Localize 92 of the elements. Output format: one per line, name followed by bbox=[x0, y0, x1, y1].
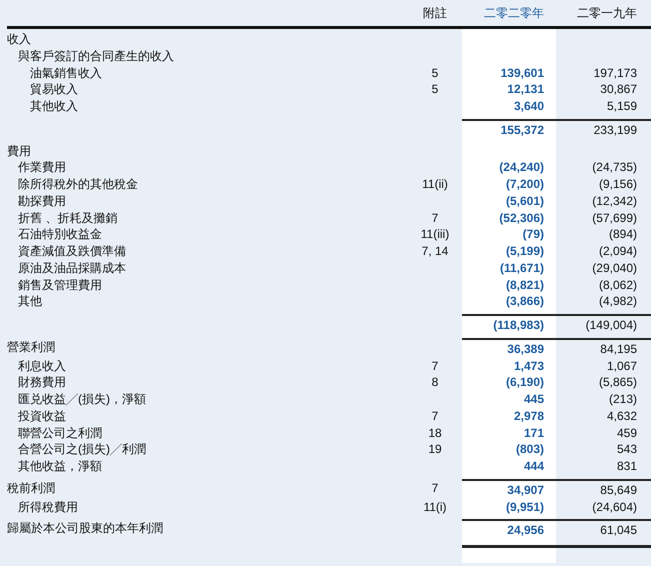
amount-cell-text: 139,601 bbox=[500, 64, 545, 82]
note-cell-text: 18 bbox=[427, 424, 443, 442]
amount-cell-text: (5,865) bbox=[598, 374, 638, 391]
amount-cell-text: 24,956 bbox=[506, 522, 545, 539]
amount-cell-text: (24,240) bbox=[498, 159, 545, 176]
column-header: 二零二零年 bbox=[483, 5, 545, 22]
line-item-label: 所得稅費用 bbox=[17, 498, 79, 516]
amount-cell-text: 1,067 bbox=[606, 358, 638, 374]
amount-cell-text: (9,156) bbox=[598, 176, 638, 193]
column-header: 附註 bbox=[422, 5, 448, 22]
line-item-label: 營業利潤 bbox=[7, 338, 56, 356]
amount-cell-text: (8,821) bbox=[504, 276, 545, 294]
note-cell-text: 7 bbox=[430, 210, 440, 226]
amount-cell-text: (149,004) bbox=[584, 317, 638, 334]
line-item-label: 原油及油品採購成本 bbox=[17, 260, 127, 276]
line-item-label: 作業費用 bbox=[17, 159, 67, 176]
line-item-label: 聯營公司之利潤 bbox=[17, 424, 103, 442]
amount-cell-text: 444 bbox=[522, 458, 545, 475]
amount-cell-text: 61,045 bbox=[599, 522, 638, 539]
amount-cell-text: (7,200) bbox=[504, 176, 545, 193]
line-item-label: 利息收入 bbox=[17, 358, 67, 374]
amount-cell-text: (4,982) bbox=[598, 293, 638, 310]
amount-cell-text: 1,473 bbox=[512, 358, 545, 374]
amount-cell-text: 155,372 bbox=[500, 122, 545, 138]
amount-cell-text: 831 bbox=[616, 458, 638, 475]
line-item-label: 收入 bbox=[7, 31, 32, 48]
line-item-label: 貿易收入 bbox=[29, 81, 79, 98]
amount-cell-text: (24,735) bbox=[591, 159, 638, 176]
note-cell-text: 7 bbox=[430, 358, 440, 374]
line-item-label: 投資收益 bbox=[17, 408, 67, 424]
amount-cell-text: (118,983) bbox=[492, 317, 545, 334]
amount-cell-text: (24,604) bbox=[591, 498, 638, 516]
line-item-label: 費用 bbox=[7, 142, 32, 160]
line-item-label: 匯兑收益╱(損失)，淨額 bbox=[17, 391, 147, 408]
amount-cell-text: (52,306) bbox=[498, 210, 545, 226]
line-item-label: 財務費用 bbox=[17, 374, 67, 391]
line-item-label: 銷售及管理費用 bbox=[17, 276, 103, 294]
note-cell-text: 5 bbox=[430, 81, 440, 98]
amount-cell-text: (803) bbox=[514, 441, 545, 458]
note-cell-text: 7, 14 bbox=[420, 243, 450, 260]
amount-cell-text: (57,699) bbox=[591, 210, 638, 226]
line-item-label: 石油特別收益金 bbox=[17, 226, 103, 243]
amount-cell-text: 3,640 bbox=[512, 98, 545, 115]
amount-cell-text: 197,173 bbox=[592, 64, 638, 82]
line-item-label: 合營公司之(損失)╱利潤 bbox=[17, 441, 147, 458]
amount-cell-text: (8,062) bbox=[598, 276, 638, 294]
amount-cell-text: (6,190) bbox=[504, 374, 545, 391]
amount-cell-text: 36,389 bbox=[506, 340, 545, 358]
amount-cell-text: 30,867 bbox=[599, 81, 638, 98]
amount-cell-text: (894) bbox=[608, 226, 638, 243]
note-cell-text: 7 bbox=[430, 480, 440, 496]
note-cell-text: 5 bbox=[430, 64, 440, 82]
amount-cell-text: 4,632 bbox=[606, 408, 638, 424]
amount-cell-text: (9,951) bbox=[504, 498, 545, 516]
amount-cell-text: (5,601) bbox=[504, 192, 545, 210]
amount-cell-text: 171 bbox=[522, 424, 545, 442]
line-item-label: 資產減值及跌價準備 bbox=[17, 243, 127, 260]
line-item-label: 歸屬於本公司股東的本年利潤 bbox=[7, 520, 164, 537]
amount-cell-text: 5,159 bbox=[606, 98, 638, 115]
amount-cell-text: (11,671) bbox=[498, 260, 545, 276]
amount-cell-text: 459 bbox=[616, 424, 638, 442]
note-cell-text: 11(i) bbox=[422, 498, 448, 516]
line-item-label: 折舊 、折耗及攤銷 bbox=[17, 210, 118, 226]
amount-cell-text: 12,131 bbox=[506, 81, 545, 98]
line-item-label: 其他 bbox=[17, 293, 43, 310]
amount-cell-text: (79) bbox=[522, 226, 545, 243]
amount-cell-text: 233,199 bbox=[592, 122, 638, 138]
note-cell-text: 11(iii) bbox=[420, 226, 450, 243]
column-header: 二零一九年 bbox=[576, 5, 638, 22]
amount-cell-text: 445 bbox=[522, 391, 545, 408]
amount-cell-text: (12,342) bbox=[591, 192, 638, 210]
line-item-label: 油氣銷售收入 bbox=[29, 64, 103, 82]
line-item-label: 稅前利潤 bbox=[7, 480, 56, 496]
line-item-label: 勘探費用 bbox=[17, 192, 67, 210]
note-cell-text: 19 bbox=[427, 441, 443, 458]
line-item-label: 除所得稅外的其他稅金 bbox=[17, 176, 139, 193]
amount-cell-text: (2,094) bbox=[598, 243, 638, 260]
note-cell-text: 7 bbox=[430, 408, 440, 424]
line-item-label: 其他收益，淨額 bbox=[17, 458, 103, 475]
amount-cell-text: 84,195 bbox=[599, 340, 638, 358]
note-cell-text: 8 bbox=[430, 374, 440, 391]
note-cell-text: 11(ii) bbox=[421, 176, 449, 193]
amount-cell-text: (29,040) bbox=[591, 260, 638, 276]
line-item-label: 其他收入 bbox=[29, 98, 79, 115]
amount-cell-text: (5,199) bbox=[504, 243, 545, 260]
amount-cell-text: 2,978 bbox=[512, 408, 545, 424]
amount-cell-text: 85,649 bbox=[599, 482, 638, 498]
amount-cell-text: (213) bbox=[608, 391, 638, 408]
amount-cell-text: 34,907 bbox=[506, 482, 545, 498]
amount-cell-text: (3,866) bbox=[504, 293, 545, 310]
amount-cell-text: 543 bbox=[616, 441, 638, 458]
line-item-label: 與客戶簽訂的合同產生的收入 bbox=[17, 48, 175, 64]
